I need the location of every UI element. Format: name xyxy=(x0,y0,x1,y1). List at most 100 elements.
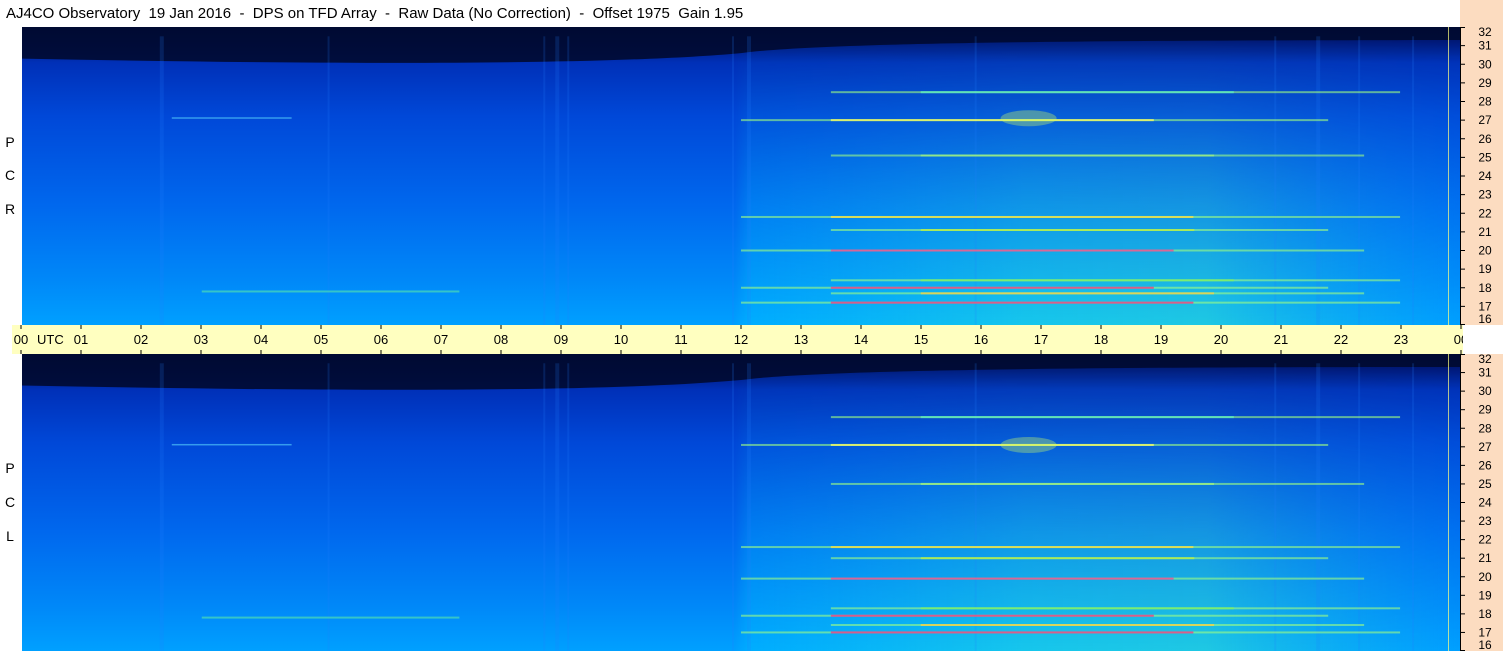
signal-band xyxy=(201,290,460,293)
time-tick-label: 00 xyxy=(14,332,28,347)
time-tick-label: 08 xyxy=(494,332,508,347)
interference-streak xyxy=(746,363,751,651)
frequency-tick-label: 27 xyxy=(1478,113,1492,127)
interference-streak xyxy=(974,36,977,325)
interference-streak xyxy=(1412,363,1415,651)
time-tick-label: 17 xyxy=(1034,332,1048,347)
interference-streak xyxy=(1316,36,1321,325)
interference-streak xyxy=(555,36,560,325)
frequency-tick-label: 20 xyxy=(1478,570,1492,584)
time-tick-label: 13 xyxy=(794,332,808,347)
signal-band-core xyxy=(830,443,1154,446)
frequency-tick-label: 24 xyxy=(1478,496,1492,510)
signal-band-core xyxy=(920,607,1234,610)
signal-band-core xyxy=(830,286,1154,289)
lcp-frequency-axis: 32 31 30 29 28 27 26 25 24 23 22 21 20 19 18 17 16 xyxy=(1460,354,1503,651)
frequency-tick-label: 24 xyxy=(1478,169,1492,183)
frequency-tick-label: 28 xyxy=(1478,421,1492,435)
time-tick-label: 05 xyxy=(314,332,328,347)
lcp-label-letter-1: P xyxy=(5,460,15,476)
time-tick-label: 23 xyxy=(1394,332,1408,347)
frequency-tick-label: 22 xyxy=(1478,533,1492,547)
frequency-axis-header xyxy=(1460,0,1503,27)
time-tick-label: 00 xyxy=(1454,332,1463,347)
frequency-tick-label: 27 xyxy=(1478,440,1492,454)
signal-band-core xyxy=(830,215,1194,218)
signal-band xyxy=(171,117,292,119)
signal-band xyxy=(201,616,460,619)
daytime-activity-region xyxy=(735,354,1460,651)
frequency-tick-label: 20 xyxy=(1478,244,1492,258)
time-axis-ticks: 00 01 02 03 04 05 06 07 08 09 10 11 12 13 14 15 16 17 18 19… xyxy=(14,325,1463,354)
signal-band-core xyxy=(830,301,1194,304)
edge-marker-line xyxy=(1448,354,1449,651)
frequency-tick-label: 19 xyxy=(1478,588,1492,602)
time-tick-label: 01 xyxy=(74,332,88,347)
signal-band-core xyxy=(920,292,1215,295)
signal-band-core xyxy=(920,154,1215,157)
signal-band-core xyxy=(920,624,1215,627)
time-tick-label: 22 xyxy=(1334,332,1348,347)
signal-cluster xyxy=(1000,436,1057,453)
chart-title: AJ4CO Observatory 19 Jan 2016 - DPS on T… xyxy=(6,5,744,22)
lcp-label-letter-2: C xyxy=(4,494,16,510)
rcp-spectrogram xyxy=(22,27,1460,325)
frequency-tick-label: 19 xyxy=(1478,262,1492,276)
interference-streak xyxy=(567,363,570,651)
interference-streak xyxy=(567,36,570,325)
frequency-tick-label: 18 xyxy=(1478,281,1492,295)
lcp-label-letter-3: L xyxy=(6,528,14,544)
signal-band-core xyxy=(920,279,1234,282)
interference-streak xyxy=(327,363,330,651)
signal-band-core xyxy=(920,229,1195,232)
frequency-tick-label: 21 xyxy=(1478,225,1492,239)
interference-streak xyxy=(543,363,546,651)
rcp-label-letter-1: P xyxy=(5,134,15,150)
frequency-tick-label: 32 xyxy=(1478,354,1492,366)
interference-streak xyxy=(159,363,164,651)
time-tick-label: 21 xyxy=(1274,332,1288,347)
interference-streak xyxy=(1412,36,1415,325)
frequency-tick-label: 30 xyxy=(1478,384,1492,398)
edge-marker-line xyxy=(1448,27,1449,325)
time-tick-label: 18 xyxy=(1094,332,1108,347)
interference-streak xyxy=(159,36,164,325)
rcp-label-letter-3: R xyxy=(4,201,16,217)
signal-band-core xyxy=(830,577,1174,580)
frequency-tick-label: 30 xyxy=(1478,57,1492,71)
signal-band-core xyxy=(830,631,1194,634)
interference-streak xyxy=(746,36,751,325)
time-tick-label: 20 xyxy=(1214,332,1228,347)
signal-band xyxy=(171,443,292,446)
interference-streak xyxy=(732,363,735,651)
frequency-tick-label: 29 xyxy=(1478,403,1492,417)
signal-band-core xyxy=(830,249,1174,252)
rcp-frequency-axis: 32 31 30 29 28 27 26 25 24 23 22 21 20 19 18 17 16 xyxy=(1460,27,1503,325)
time-tick-label: 06 xyxy=(374,332,388,347)
time-tick-label: 19 xyxy=(1154,332,1168,347)
time-tick-label: 07 xyxy=(434,332,448,347)
interference-streak xyxy=(1274,36,1277,325)
frequency-tick-label: 31 xyxy=(1478,366,1492,380)
time-tick-label: 15 xyxy=(914,332,928,347)
signal-band-core xyxy=(830,119,1154,122)
frequency-tick-label: 22 xyxy=(1478,206,1492,220)
frequency-tick-label: 25 xyxy=(1478,150,1492,164)
frequency-tick-label: 26 xyxy=(1478,132,1492,146)
time-tick-label: 02 xyxy=(134,332,148,347)
rcp-label-letter-2: C xyxy=(4,167,16,183)
time-tick-label: 14 xyxy=(854,332,868,347)
bottom-margin xyxy=(0,651,1503,672)
signal-cluster xyxy=(1000,110,1057,127)
frequency-tick-label: 29 xyxy=(1478,76,1492,90)
time-tick-label: 16 xyxy=(974,332,988,347)
lcp-frequency-ticks: 3231302928272625242322212019181716 xyxy=(1460,354,1492,651)
time-tick-label: 12 xyxy=(734,332,748,347)
time-tick-label: 09 xyxy=(554,332,568,347)
interference-streak xyxy=(1358,36,1361,325)
frequency-tick-label: 32 xyxy=(1478,27,1492,39)
interference-streak xyxy=(543,36,546,325)
interference-streak xyxy=(732,36,735,325)
frequency-tick-label: 16 xyxy=(1478,638,1492,651)
frequency-tick-label: 23 xyxy=(1478,188,1492,202)
